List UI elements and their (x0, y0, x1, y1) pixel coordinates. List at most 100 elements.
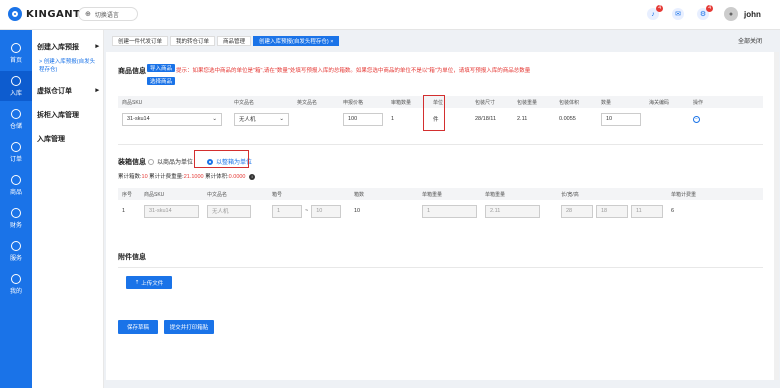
length-input[interactable]: 28 (561, 204, 593, 218)
close-icon[interactable]: × (330, 39, 333, 45)
subnav-item-create-inbound[interactable]: > 创建入库预报(自发头程存仓) (37, 58, 99, 74)
sidebar-item-label: 财务 (9, 222, 22, 229)
col-header: 单箱重量 (481, 188, 557, 200)
col-header: 单箱重量 (418, 188, 481, 200)
box-from-input[interactable]: 1 (272, 204, 302, 218)
summary-label: 累计体积: (203, 174, 229, 180)
sidebar-item-label: 商品 (9, 189, 22, 196)
width-input[interactable]: 18 (596, 204, 628, 218)
col-header: 英文品名 (293, 96, 339, 108)
sidebar-item-home[interactable]: 首页 (0, 38, 32, 68)
select-goods-button[interactable]: 选择商品 (147, 77, 175, 85)
user-name[interactable]: john (744, 10, 761, 19)
carton-weight-input[interactable]: 1 (422, 204, 477, 218)
chevron-down-icon: ⌄ (279, 116, 284, 122)
remove-icon[interactable]: − (693, 115, 700, 123)
sidebar-item-product[interactable]: 商品 (0, 170, 32, 200)
cn-name-value: 无人机 (239, 117, 256, 123)
tab-label: 创建入库预报(自发头程存仓) (259, 39, 329, 45)
packing-summary: 累计箱数:10 累计计费重量:21.1000 累计体积:0.0000 i (118, 172, 256, 180)
quantity-input[interactable]: 10 (601, 112, 641, 126)
table-header: 序号 商品SKU 中文品名 箱号 箱数 单箱重量 单箱重量 长/宽/高 单箱计费… (118, 188, 763, 200)
main-panel: 商品信息 导入商品 选择商品 提示：如果您选中商品的单位是"箱",请在"数量"处… (106, 52, 774, 380)
chat-icon[interactable]: ✉ (672, 8, 684, 20)
tab-dropship-order[interactable]: 创建一件代发订单 (112, 36, 169, 46)
subnav-group-inbound-manage[interactable]: 入库管理 (37, 134, 99, 144)
mode-highlight (194, 150, 249, 168)
subnav-group-label: 虚拟仓订单 (37, 88, 72, 95)
bell-icon[interactable]: ♪ 4 (647, 5, 663, 20)
sidebar-item-finance[interactable]: 财务 (0, 203, 32, 233)
col-header: 中文品名 (230, 96, 293, 108)
col-header: 箱号 (268, 188, 350, 200)
radio-dot (148, 158, 154, 165)
mode-by-product-radio[interactable]: 以商品为单位 (148, 157, 193, 166)
table-row: 1 31-sku14 无人机 1 ~10 10 1 2.11 28 18 11 6 (118, 200, 763, 222)
info-icon[interactable]: i (249, 174, 256, 180)
volume-cell: 0.0055 (559, 116, 576, 122)
subnav-group-create[interactable]: 创建入库预报 ▸ (37, 42, 99, 52)
height-input[interactable]: 11 (631, 204, 663, 218)
col-header: 长/宽/高 (557, 188, 667, 200)
row-index: 1 (122, 208, 126, 214)
subnav-group-label: 入库管理 (37, 136, 65, 143)
product-icon (11, 174, 21, 185)
boxes-cell: 10 (354, 208, 361, 214)
hs-code-cell (645, 108, 689, 130)
dimensions-group: 28 18 11 (561, 204, 663, 218)
sidebar-item-label: 服务 (9, 255, 22, 262)
col-header: 海关编码 (645, 96, 689, 108)
brand-logo[interactable]: KINGANT (8, 7, 80, 21)
sidebar-item-warehouse[interactable]: 仓储 (0, 104, 32, 134)
packing-sku-field: 31-sku14 (144, 204, 199, 218)
cn-name-select[interactable]: 无人机 ⌄ (234, 112, 289, 126)
packing-table: 序号 商品SKU 中文品名 箱号 箱数 单箱重量 单箱重量 长/宽/高 单箱计费… (118, 188, 763, 222)
settings-badge: 4 (706, 5, 713, 12)
total-volume: 0.0000 (228, 174, 246, 180)
box-to-input[interactable]: 10 (311, 204, 342, 218)
close-all-tabs-button[interactable]: 全部关闭 (738, 36, 762, 45)
packing-name-field: 无人机 (207, 204, 251, 218)
sku-select[interactable]: 31-sku14 ⌄ (122, 112, 222, 126)
chevron-icon: ▸ (95, 87, 99, 94)
subnav-group-devanning[interactable]: 拆柜入库管理 (37, 110, 99, 120)
tab-product-manage[interactable]: 商品管理 (217, 36, 252, 46)
col-header: 包装体积 (555, 96, 597, 108)
radio-label: 以商品为单位 (157, 160, 194, 166)
tab-create-inbound[interactable]: 创建入库预报(自发头程存仓) × (253, 36, 340, 46)
settings-icon[interactable]: ⚙ 4 (697, 5, 713, 20)
save-draft-button[interactable]: 保存草稿 (118, 320, 158, 334)
divider (118, 267, 763, 268)
chevron-icon: ▸ (95, 43, 99, 50)
billing-weight-cell: 6 (671, 208, 675, 214)
sidebar-item-service[interactable]: 服务 (0, 236, 32, 266)
globe-icon: ⊕ (85, 11, 91, 18)
col-header: 操作 (689, 96, 763, 108)
col-header: 商品SKU (140, 188, 203, 200)
goods-section-title: 商品信息 (118, 68, 146, 75)
sku-value: 31-sku14 (127, 116, 150, 122)
inbound-icon (11, 75, 21, 86)
upload-file-button[interactable]: ⇡ 上传文件 (126, 276, 172, 289)
scrollbar[interactable] (774, 52, 779, 380)
sidebar-item-inbound[interactable]: 入库 (0, 71, 32, 101)
submit-print-button[interactable]: 提交并打印箱贴 (164, 320, 214, 334)
sidebar-item-mine[interactable]: 我的 (0, 269, 32, 299)
attachment-section-title: 附件信息 (118, 254, 146, 261)
price-input[interactable]: 100 (343, 112, 383, 126)
sidebar-item-order[interactable]: 订单 (0, 137, 32, 167)
sidebar-item-label: 入库 (9, 90, 22, 97)
import-goods-button[interactable]: 导入商品 (147, 64, 175, 72)
avatar[interactable]: ● (724, 7, 738, 21)
carton-weight2-input[interactable]: 2.11 (485, 204, 540, 218)
brand-name: KINGANT (26, 8, 81, 20)
subnav-group-virtual[interactable]: 虚拟仓订单 ▸ (37, 86, 99, 96)
language-switcher[interactable]: ⊕ 切换语言 (78, 7, 138, 21)
sidebar-item-label: 我的 (9, 288, 22, 295)
tab-transfer-order[interactable]: 我的转仓订单 (170, 36, 216, 46)
col-header: 申报价格 (339, 96, 387, 108)
logo-icon (8, 7, 22, 21)
summary-label: 累计计费重量: (147, 174, 184, 180)
tab-bar: 创建一件代发订单 我的转仓订单 商品管理 创建入库预报(自发头程存仓) × (112, 36, 780, 46)
col-header: 箱数 (350, 188, 418, 200)
